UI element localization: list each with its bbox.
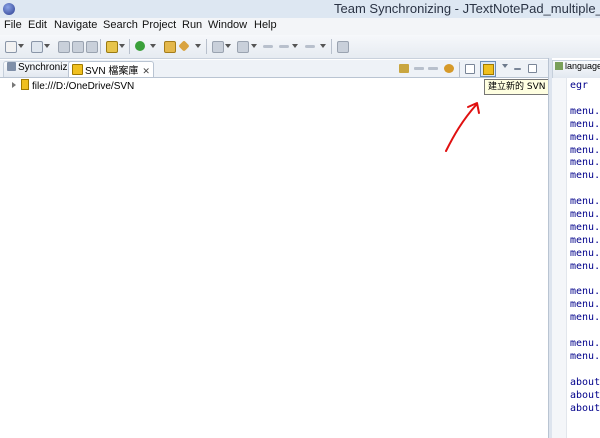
repository-icon — [21, 79, 29, 90]
code-line: menu. — [570, 157, 600, 169]
new-icon[interactable] — [5, 41, 17, 53]
menu-window[interactable]: Window — [208, 19, 247, 31]
code-line: menu. — [570, 286, 600, 298]
save-icon[interactable] — [58, 41, 70, 53]
code-line: menu. — [570, 196, 600, 208]
forward-icon[interactable] — [305, 45, 315, 48]
run-icon[interactable] — [135, 41, 145, 51]
save-all-icon[interactable] — [72, 41, 84, 53]
tab-label: Synchronize — [18, 62, 74, 73]
editor-gutter — [552, 78, 567, 438]
toolbar-separator — [459, 62, 460, 77]
pin-editor-icon[interactable] — [337, 41, 349, 53]
open-icon[interactable] — [31, 41, 43, 53]
eclipse-app-icon — [3, 3, 15, 15]
forward-icon[interactable] — [428, 67, 438, 70]
next-annotation-icon[interactable] — [212, 41, 224, 53]
code-line: menu. — [570, 170, 600, 182]
svn-repository-icon — [72, 64, 83, 75]
last-edit-icon[interactable] — [263, 45, 273, 48]
code-line: egr — [570, 80, 589, 91]
expand-icon[interactable] — [12, 82, 16, 88]
tab-language-file[interactable]: language_ — [552, 60, 600, 78]
prev-annotation-icon[interactable] — [237, 41, 249, 53]
tab-synchronize[interactable]: Synchronize — [3, 61, 78, 77]
build-icon[interactable] — [106, 41, 118, 53]
toolbar-separator — [129, 39, 130, 54]
tab-label: SVN 檔案庫 — [85, 66, 139, 77]
main-toolbar — [0, 35, 600, 59]
chevron-down-icon[interactable] — [225, 44, 231, 48]
chevron-down-icon[interactable] — [251, 44, 257, 48]
code-line: menu. — [570, 350, 600, 362]
synchronize-icon — [7, 62, 16, 71]
tree-item[interactable]: file:///D:/OneDrive/SVN — [12, 79, 134, 93]
code-line: about — [570, 376, 600, 388]
annotation-arrow-icon — [445, 102, 480, 152]
menu-navigate[interactable]: Navigate — [54, 19, 97, 31]
menu-file[interactable]: File — [4, 19, 22, 31]
tree-item-label: file:///D:/OneDrive/SVN — [32, 81, 135, 92]
toolbar-separator — [206, 39, 207, 54]
toolbar-separator — [331, 39, 332, 54]
code-line: about — [570, 389, 600, 401]
window-title: Team Synchronizing - JTextNotePad_multip… — [334, 1, 600, 16]
tab-label: language_ — [565, 61, 600, 71]
chevron-down-icon[interactable] — [150, 44, 156, 48]
code-line: menu. — [570, 144, 600, 156]
open-folder-icon[interactable] — [164, 41, 176, 53]
back-icon[interactable] — [279, 45, 289, 48]
properties-file-icon — [555, 62, 563, 70]
pencil-icon[interactable] — [178, 40, 190, 52]
title-bar: Team Synchronizing - JTextNotePad_multip… — [0, 0, 600, 19]
code-line: menu. — [570, 209, 600, 220]
toolbar-separator — [100, 39, 101, 54]
chevron-down-icon[interactable] — [195, 44, 201, 48]
back-icon[interactable] — [414, 67, 424, 70]
home-icon[interactable] — [399, 64, 409, 73]
maximize-icon[interactable] — [528, 64, 537, 73]
menu-edit[interactable]: Edit — [28, 19, 47, 31]
menu-search[interactable]: Search — [103, 19, 138, 31]
chevron-down-icon[interactable] — [119, 44, 125, 48]
chevron-down-icon[interactable] — [292, 44, 298, 48]
code-line: menu. — [570, 247, 600, 259]
chevron-down-icon[interactable] — [44, 44, 50, 48]
close-icon[interactable]: ✕ — [142, 66, 150, 76]
menu-help[interactable]: Help — [254, 19, 277, 31]
code-line: about — [570, 402, 600, 414]
code-line: menu. — [570, 105, 600, 117]
code-line: menu. — [570, 299, 600, 311]
chevron-down-icon[interactable] — [18, 44, 24, 48]
code-line: menu. — [570, 221, 600, 233]
menu-run[interactable]: Run — [182, 19, 202, 31]
tab-svn-repository[interactable]: SVN 檔案庫 ✕ — [68, 61, 154, 77]
new-repository-icon — [483, 64, 494, 75]
code-line: menu. — [570, 260, 600, 272]
chevron-down-icon[interactable] — [320, 44, 326, 48]
collapse-all-icon[interactable] — [465, 64, 475, 74]
view-menu-icon[interactable] — [502, 64, 508, 68]
menu-project[interactable]: Project — [142, 19, 176, 31]
editor-panel: language_ egrmenu.menu.menu.menu.menu.me… — [552, 58, 600, 438]
code-line: menu. — [570, 312, 600, 324]
code-line: menu. — [570, 234, 600, 246]
menu-bar: File Edit Navigate Search Project Run Wi… — [0, 18, 600, 35]
minimize-icon[interactable] — [514, 68, 521, 70]
new-repository-button[interactable] — [480, 61, 496, 77]
code-line: menu. — [570, 118, 600, 130]
refresh-icon[interactable] — [444, 64, 454, 73]
code-line: menu. — [570, 338, 600, 349]
print-icon[interactable] — [86, 41, 98, 53]
code-line: menu. — [570, 131, 600, 143]
